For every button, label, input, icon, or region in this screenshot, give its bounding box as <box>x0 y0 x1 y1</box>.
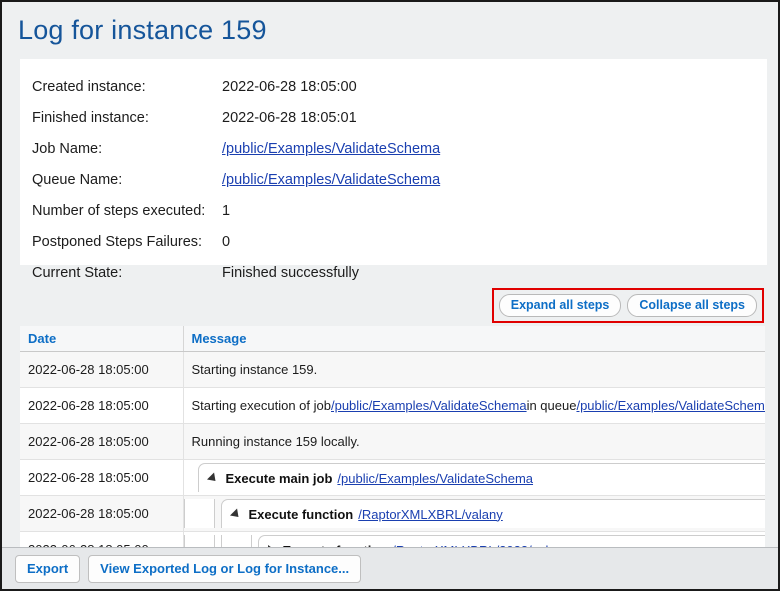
log-row-message: Execute function /RaptorXMLXBRL/valany <box>183 496 765 532</box>
table-row[interactable]: 2022-06-28 18:05:00 Starting instance 159… <box>20 352 765 388</box>
summary-row-label: Number of steps executed: <box>32 195 222 226</box>
triangle-expanded-icon[interactable] <box>206 472 218 484</box>
log-message-link[interactable]: /public/Examples/ValidateSchema <box>331 398 527 413</box>
page-title: Log for instance 159 <box>2 2 778 48</box>
summary-row-value: 1 <box>222 195 440 226</box>
summary-row-value: 0 <box>222 226 440 257</box>
table-row[interactable]: 2022-06-28 18:05:00 Execute function /Rap… <box>20 496 765 532</box>
step-container: Execute function /RaptorXMLXBRL/valany <box>221 499 766 528</box>
log-row-message: Running instance 159 locally. <box>183 424 765 460</box>
log-message-content: Starting execution of job /public/Exampl… <box>192 391 766 420</box>
log-message-content: Running instance 159 locally. <box>192 427 766 456</box>
triangle-expanded-icon[interactable] <box>229 508 241 520</box>
summary-row-label: Created instance: <box>32 71 222 102</box>
log-row-message: Starting instance 159. <box>183 352 765 388</box>
log-row-date: 2022-06-28 18:05:00 <box>20 424 183 460</box>
log-message-link[interactable]: /public/Examples/ValidateSchema <box>337 471 533 486</box>
summary-row-value: 2022-06-28 18:05:01 <box>222 102 440 133</box>
column-header-message[interactable]: Message <box>183 326 765 352</box>
log-window: Log for instance 159 Created instance:20… <box>0 0 780 591</box>
summary-row-label: Current State: <box>32 257 222 288</box>
message-container: Running instance 159 locally. <box>192 427 766 456</box>
summary-row-label: Postponed Steps Failures: <box>32 226 222 257</box>
summary-row-link[interactable]: /public/Examples/ValidateSchema <box>222 141 440 157</box>
log-message-text: Starting instance 159. <box>192 362 318 377</box>
steps-toolbar-highlight: Expand all steps Collapse all steps <box>492 288 764 323</box>
log-row-date: 2022-06-28 18:05:00 <box>20 388 183 424</box>
log-message-content: Execute main job /public/Examples/Valida… <box>192 463 766 492</box>
summary-row-label: Queue Name: <box>32 164 222 195</box>
summary-row: Queue Name:/public/Examples/ValidateSche… <box>32 164 440 195</box>
step-container: Execute main job /public/Examples/Valida… <box>198 463 766 492</box>
log-message-text: Starting execution of job <box>192 398 331 413</box>
log-message-link[interactable]: /RaptorXMLXBRL/valany <box>358 507 503 522</box>
summary-row-value[interactable]: /public/Examples/ValidateSchema <box>222 164 440 195</box>
summary-row-value: Finished successfully <box>222 257 440 288</box>
step-title: Execute function <box>249 507 354 522</box>
instance-summary-panel: Created instance:2022-06-28 18:05:00Fini… <box>20 59 767 265</box>
log-row-date: 2022-06-28 18:05:00 <box>20 352 183 388</box>
view-exported-log-button[interactable]: View Exported Log or Log for Instance... <box>88 555 361 583</box>
summary-row-link[interactable]: /public/Examples/ValidateSchema <box>222 172 440 188</box>
log-message-link[interactable]: /public/Examples/ValidateSchema <box>576 398 765 413</box>
log-row-date: 2022-06-28 18:05:00 <box>20 460 183 496</box>
table-header-row: Date Message <box>20 326 765 352</box>
summary-table: Created instance:2022-06-28 18:05:00Fini… <box>32 71 440 288</box>
summary-row: Finished instance:2022-06-28 18:05:01 <box>32 102 440 133</box>
summary-row-value: 2022-06-28 18:05:00 <box>222 71 440 102</box>
table-row[interactable]: 2022-06-28 18:05:00 Execute main job /pub… <box>20 460 765 496</box>
message-container: Starting execution of job /public/Exampl… <box>192 391 766 420</box>
log-message-content: Starting instance 159. <box>192 355 766 384</box>
log-row-message: Execute main job /public/Examples/Valida… <box>183 460 765 496</box>
log-message-text: Running instance 159 locally. <box>192 434 360 449</box>
summary-row: Number of steps executed:1 <box>32 195 440 226</box>
log-message-text: in queue <box>527 398 577 413</box>
summary-row-label: Job Name: <box>32 133 222 164</box>
log-row-date: 2022-06-28 18:05:00 <box>20 496 183 532</box>
summary-row-value[interactable]: /public/Examples/ValidateSchema <box>222 133 440 164</box>
summary-row: Job Name:/public/Examples/ValidateSchema <box>32 133 440 164</box>
message-container: Starting instance 159. <box>192 355 766 384</box>
log-message-content: Execute function /RaptorXMLXBRL/valany <box>192 499 766 528</box>
table-row[interactable]: 2022-06-28 18:05:00 Starting execution of… <box>20 388 765 424</box>
step-title: Execute main job <box>226 471 333 486</box>
export-button[interactable]: Export <box>15 555 80 583</box>
table-row[interactable]: 2022-06-28 18:05:00 Running instance 159 … <box>20 424 765 460</box>
log-row-message: Starting execution of job /public/Exampl… <box>183 388 765 424</box>
summary-row: Created instance:2022-06-28 18:05:00 <box>32 71 440 102</box>
nesting-gutter <box>184 499 215 528</box>
summary-row: Postponed Steps Failures:0 <box>32 226 440 257</box>
expand-all-steps-button[interactable]: Expand all steps <box>499 294 622 317</box>
collapse-all-steps-button[interactable]: Collapse all steps <box>627 294 757 317</box>
column-header-date[interactable]: Date <box>20 326 183 352</box>
footer-toolbar: Export View Exported Log or Log for Inst… <box>2 547 778 589</box>
summary-row: Current State:Finished successfully <box>32 257 440 288</box>
summary-row-label: Finished instance: <box>32 102 222 133</box>
